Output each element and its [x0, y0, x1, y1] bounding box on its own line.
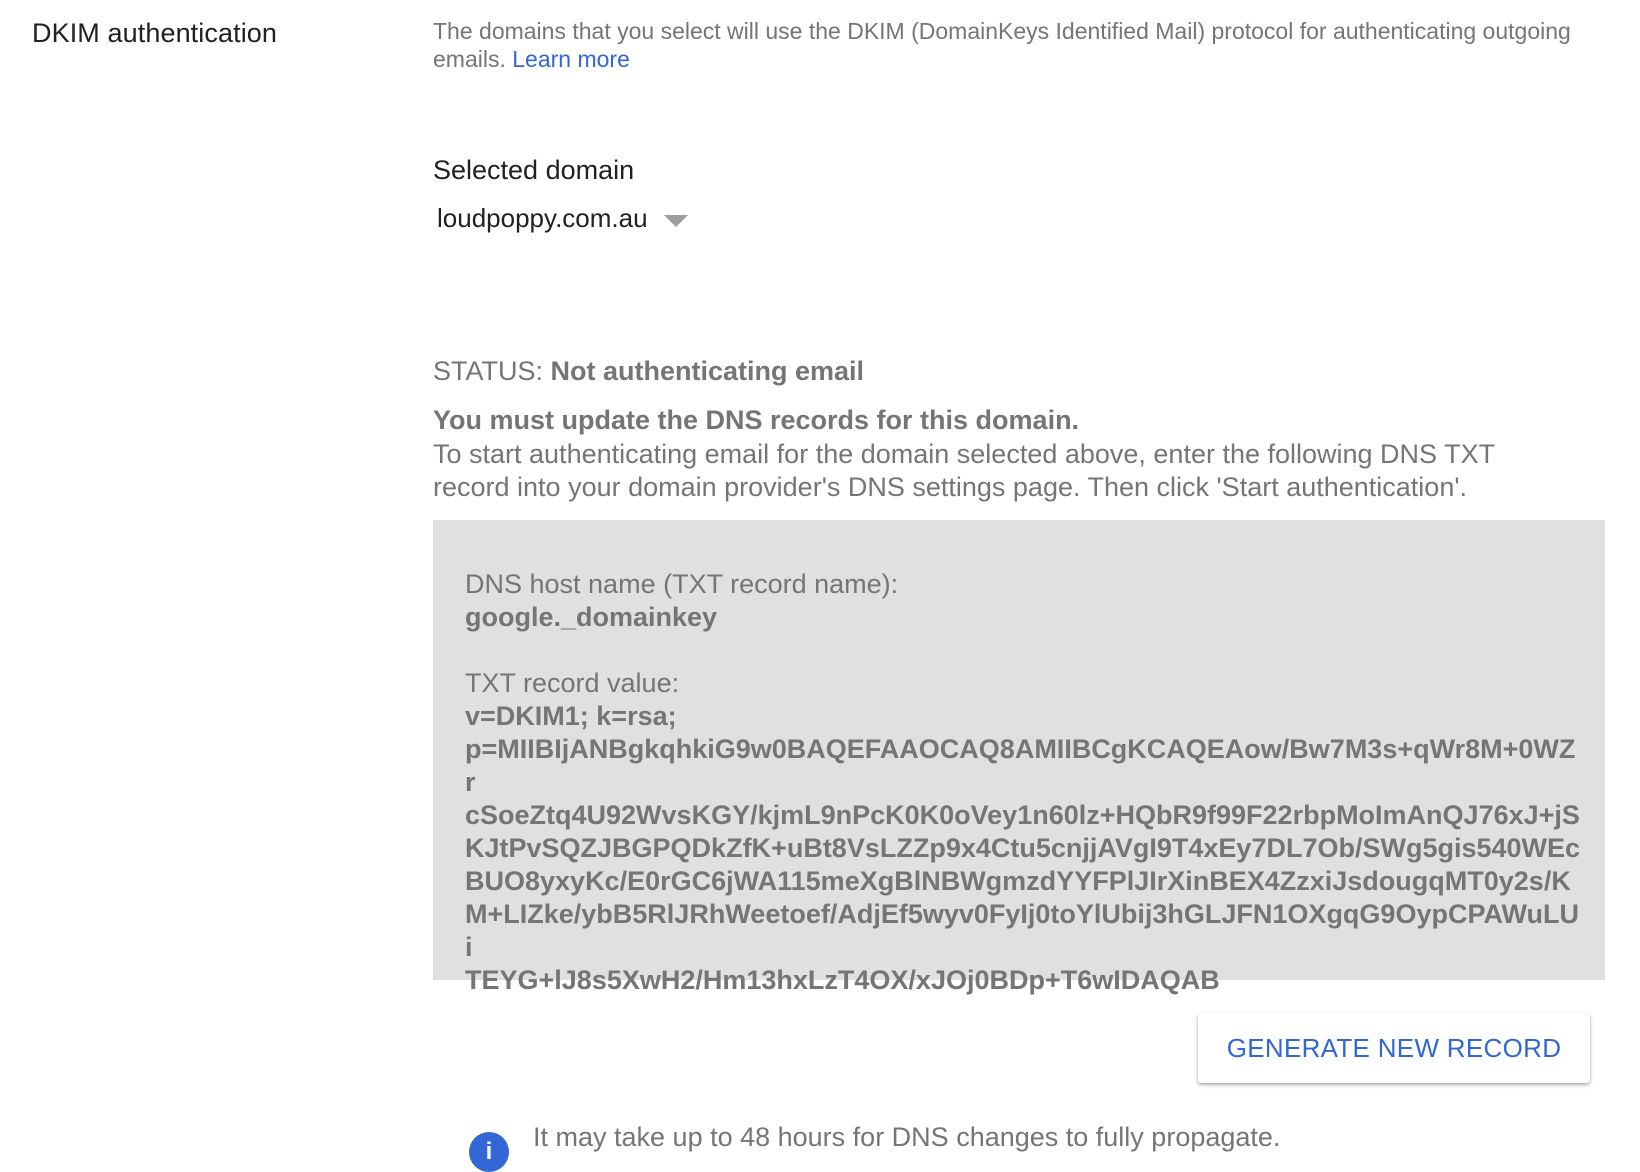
learn-more-link[interactable]: Learn more: [512, 46, 630, 72]
dns-warning-title: You must update the DNS records for this…: [433, 405, 1080, 435]
dns-record-box: DNS host name (TXT record name): google.…: [433, 520, 1605, 995]
txt-record-value: v=DKIM1; k=rsa; p=MIIBIjANBgkqhkiG9w0BAQ…: [465, 701, 1581, 995]
info-icon: i: [469, 1132, 509, 1172]
propagation-info-text: It may take up to 48 hours for DNS chang…: [533, 1122, 1281, 1152]
status-prefix: STATUS:: [433, 356, 544, 386]
dns-instructions: To start authenticating email for the do…: [433, 439, 1495, 502]
section-title: DKIM authentication: [32, 18, 278, 48]
selected-domain-label: Selected domain: [433, 155, 635, 185]
dns-host-value: google._domainkey: [465, 602, 718, 632]
txt-record-label: TXT record value:: [465, 668, 680, 698]
dropdown-arrow-icon: [663, 214, 688, 227]
domain-dropdown[interactable]: loudpoppy.com.au: [437, 203, 688, 234]
propagation-info: i It may take up to 48 hours for DNS cha…: [469, 1122, 1280, 1172]
status-line: STATUS: Not authenticating email: [433, 356, 864, 387]
generate-new-record-button[interactable]: GENERATE NEW RECORD: [1198, 1013, 1590, 1083]
domain-dropdown-value: loudpoppy.com.au: [437, 203, 648, 233]
status-value: Not authenticating email: [550, 356, 865, 386]
dns-host-label: DNS host name (TXT record name):: [465, 569, 899, 599]
dkim-description: The domains that you select will use the…: [433, 17, 1583, 73]
